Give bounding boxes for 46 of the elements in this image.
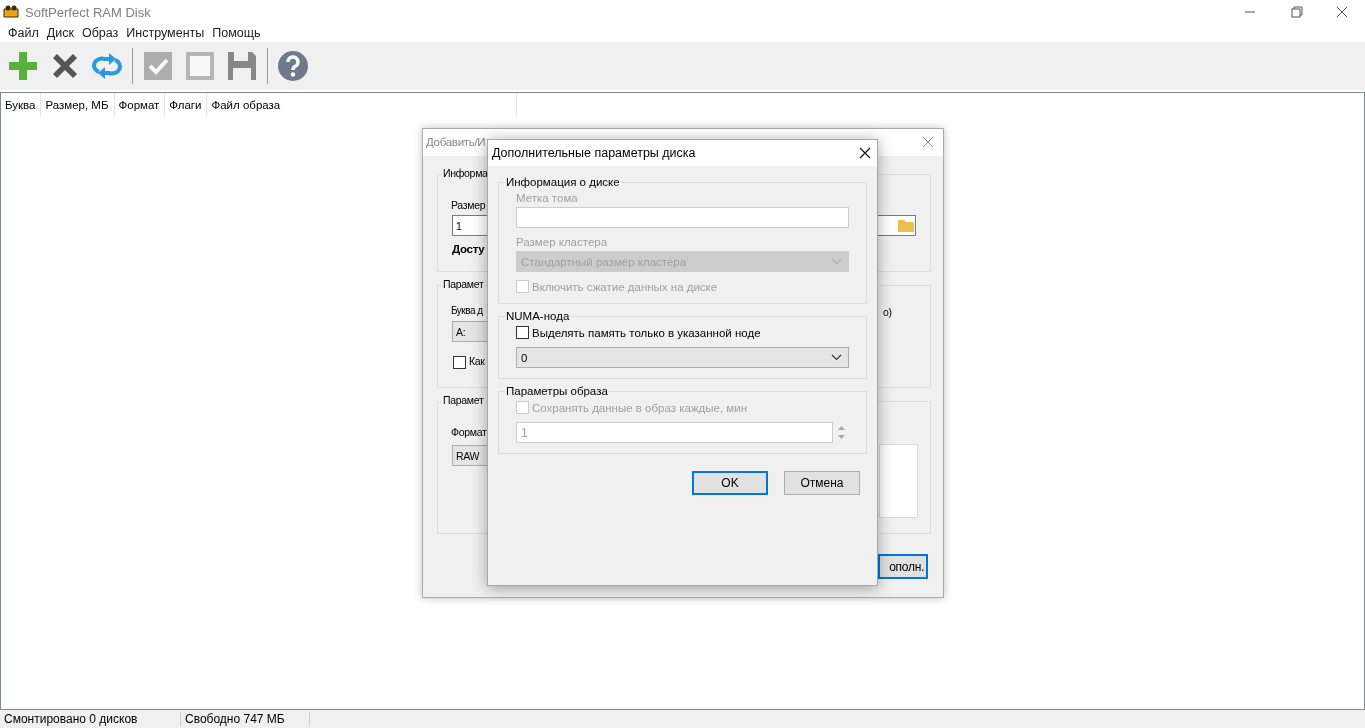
group-title: Информация о диске bbox=[505, 176, 621, 188]
dialog-button[interactable]: OK bbox=[692, 471, 768, 495]
menu-item[interactable]: Инструменты bbox=[122, 26, 209, 40]
options-button[interactable]: ополн. bbox=[878, 554, 928, 579]
checkbox-label: Выделять память только в указанной ноде bbox=[532, 326, 761, 339]
folder-icon[interactable] bbox=[898, 219, 914, 232]
app-icon bbox=[3, 5, 19, 19]
menu-item[interactable]: Образ bbox=[77, 26, 123, 40]
column-header[interactable]: Буква bbox=[1, 93, 42, 117]
dropdown[interactable]: 0 bbox=[516, 347, 849, 368]
chevron-down-icon bbox=[831, 258, 842, 265]
field-label: Размер bbox=[451, 199, 486, 211]
checkbox[interactable] bbox=[453, 356, 466, 369]
dialog-title: Дополнительные параметры диска bbox=[492, 146, 696, 160]
chevron-down-icon bbox=[831, 354, 842, 361]
checkbox-label: Как bbox=[469, 355, 485, 367]
group-title: NUMA-нода bbox=[505, 310, 571, 322]
group-title: Информа bbox=[442, 167, 489, 179]
window-title: SoftPerfect RAM Disk bbox=[25, 4, 151, 20]
checkbox-label: Сохранять данные в образ каждые, мин bbox=[532, 401, 748, 414]
checkbox[interactable] bbox=[516, 326, 529, 339]
field-label: Буква д bbox=[451, 305, 483, 316]
help-icon[interactable] bbox=[276, 49, 310, 83]
group-title: Параметры образа bbox=[505, 385, 609, 397]
checkbox-label: Включить сжатие данных на диске bbox=[532, 280, 718, 293]
menu-item[interactable]: Помощь bbox=[208, 26, 265, 40]
info-text: Досту bbox=[452, 243, 485, 255]
dialog-title: Добавить/И bbox=[426, 136, 486, 148]
status-text: Смонтировано 0 дисков bbox=[0, 712, 181, 726]
column-header[interactable]: Размер, МБ bbox=[41, 93, 115, 117]
list-box[interactable] bbox=[879, 444, 918, 518]
status-text: Свободно 747 МБ bbox=[181, 712, 310, 726]
menu-item[interactable]: Файл bbox=[4, 26, 43, 40]
field-label: Размер кластера bbox=[516, 236, 609, 248]
menu-item[interactable]: Диск bbox=[42, 26, 78, 40]
column-header[interactable]: Флаги bbox=[165, 93, 208, 117]
close-icon[interactable] bbox=[859, 147, 871, 159]
column-header[interactable]: Формат bbox=[114, 93, 166, 117]
column-header[interactable]: Файл образа bbox=[207, 93, 518, 117]
group-title: Парамет bbox=[442, 394, 485, 406]
group-title: Парамет bbox=[442, 278, 485, 290]
option-text: о) bbox=[883, 306, 892, 318]
dialog-button[interactable]: Отмена bbox=[784, 471, 860, 495]
field-label: Метка тома bbox=[516, 192, 579, 204]
field-label: Формат bbox=[451, 426, 487, 438]
add-icon[interactable] bbox=[6, 49, 40, 83]
